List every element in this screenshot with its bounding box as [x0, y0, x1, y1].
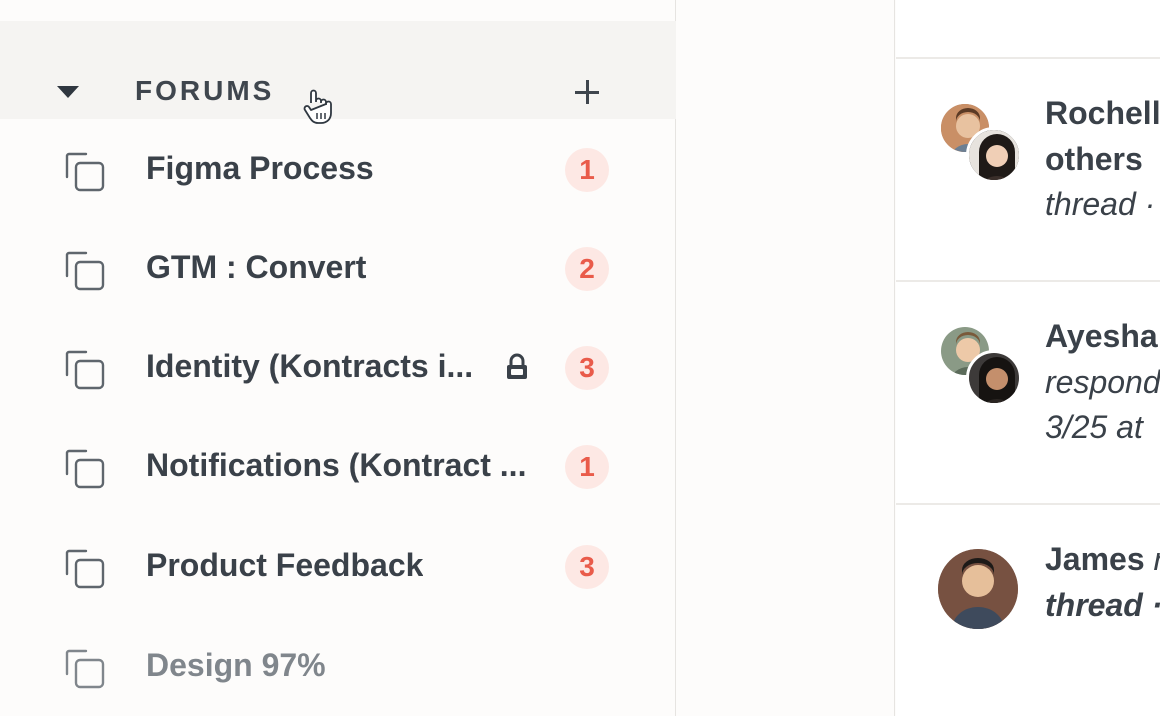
forum-item[interactable]: Design 97% — [0, 617, 676, 716]
copy-icon — [65, 449, 105, 489]
forum-name: GTM : Convert — [146, 249, 367, 285]
avatar — [966, 127, 1022, 183]
forum-item[interactable]: Figma Process 1 — [0, 120, 676, 219]
feed-item[interactable]: Rochell others thread · — [896, 59, 1160, 282]
feed-item-actor: James r — [1045, 541, 1160, 577]
add-forum-button[interactable] — [571, 76, 603, 108]
feed-item-meta: thread · — [1045, 186, 1156, 222]
forum-name: Figma Process — [146, 150, 374, 186]
unread-badge: 3 — [565, 545, 609, 589]
copy-icon — [65, 649, 105, 689]
forum-name: Product Feedback — [146, 547, 424, 583]
forums-section-header[interactable]: FORUMS — [0, 21, 676, 124]
caret-down-icon[interactable] — [57, 86, 79, 98]
copy-icon — [65, 350, 105, 390]
section-title: FORUMS — [135, 75, 275, 106]
feed-item-meta: 3/25 at — [1045, 409, 1143, 445]
forum-item[interactable]: GTM : Convert 2 — [0, 219, 676, 318]
forum-item[interactable]: Product Feedback 3 — [0, 517, 676, 616]
forum-name: Design 97% — [146, 647, 326, 683]
empty-column — [677, 0, 895, 716]
feed-item-text: respond — [1045, 364, 1160, 400]
forum-name: Notifications (Kontract ... — [146, 447, 527, 483]
activity-feed: Rochell others thread · Ayesha respond 3… — [896, 0, 1160, 716]
feed-item[interactable]: Ayesha respond 3/25 at — [896, 282, 1160, 505]
feed-item-text: thread · — [1045, 587, 1160, 623]
unread-badge: 1 — [565, 148, 609, 192]
unread-badge: 2 — [565, 247, 609, 291]
lock-icon — [507, 353, 527, 379]
avatar — [966, 350, 1022, 406]
unread-badge: 3 — [565, 346, 609, 390]
unread-badge: 1 — [565, 445, 609, 489]
feed-item-actor: Rochell — [1045, 95, 1160, 131]
feed-header — [896, 0, 1160, 59]
avatar — [938, 549, 1018, 629]
feed-item[interactable]: James r thread · — [896, 505, 1160, 716]
copy-icon — [65, 549, 105, 589]
copy-icon — [65, 251, 105, 291]
feed-item-actor: Ayesha — [1045, 318, 1158, 354]
forum-item[interactable]: Identity (Kontracts i... 3 — [0, 318, 676, 417]
sidebar: FORUMS Figma Process 1 GTM : Convert 2 I… — [0, 0, 676, 716]
forum-name: Identity (Kontracts i... — [146, 348, 474, 384]
forum-item[interactable]: Notifications (Kontract ... 1 — [0, 417, 676, 516]
copy-icon — [65, 152, 105, 192]
feed-item-text: others — [1045, 141, 1143, 177]
